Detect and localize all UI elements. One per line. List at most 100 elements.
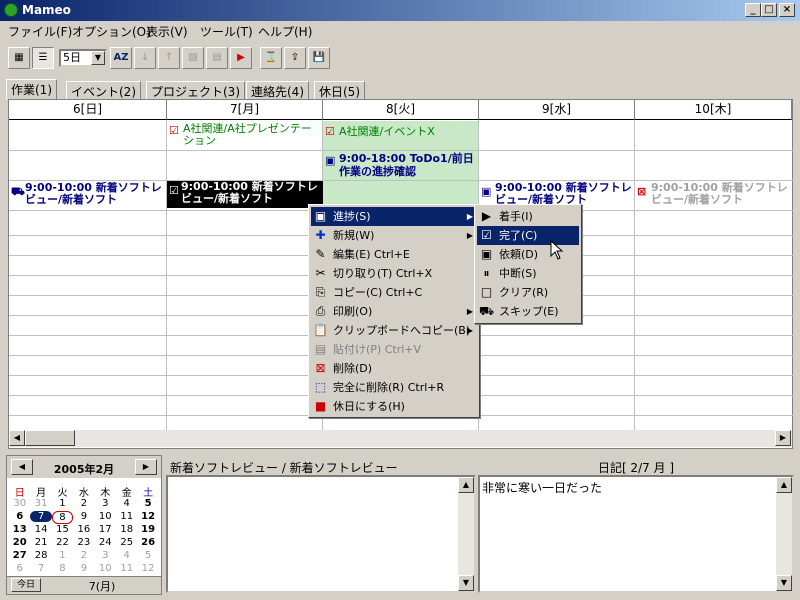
close-button[interactable]: × <box>779 3 795 17</box>
calendar-day[interactable]: 18 <box>116 524 137 535</box>
menu-copy[interactable]: ⎘ コピー(C) Ctrl+C <box>311 283 477 302</box>
next-month-button[interactable]: ▶ <box>135 459 157 475</box>
sort-asc-button[interactable]: ↓ <box>134 47 156 69</box>
tab-work[interactable]: 作業(1) <box>6 79 57 99</box>
calendar-day[interactable]: 9 <box>73 563 94 574</box>
menu-paste[interactable]: ▤ 貼付け(P) Ctrl+V <box>311 340 477 359</box>
prev-month-button[interactable]: ◀ <box>11 459 33 475</box>
calendar-day[interactable]: 22 <box>52 537 73 548</box>
calendar-day[interactable]: 25 <box>116 537 137 548</box>
next-button[interactable]: ▶ <box>230 47 252 69</box>
memo-textarea[interactable]: ▲ ▼ <box>166 475 476 593</box>
calendar-day[interactable]: 4 <box>116 498 137 509</box>
save-button[interactable]: 💾 <box>308 47 330 69</box>
scroll-thumb[interactable] <box>25 430 75 446</box>
event-item[interactable]: ☑ A社関連/イベントX <box>325 123 477 149</box>
calendar-day[interactable]: 24 <box>95 537 116 548</box>
scroll-left-button[interactable]: ◀ <box>9 430 25 446</box>
sort-button[interactable]: AZ <box>110 47 132 69</box>
calendar-day[interactable]: 5 <box>137 550 158 561</box>
menu-file[interactable]: ファイル(F) <box>8 23 72 40</box>
calendar-day[interactable]: 8 <box>52 563 73 574</box>
tab-holiday[interactable]: 休日(5) <box>314 81 365 99</box>
calendar-day[interactable]: 17 <box>95 524 116 535</box>
calendar-day[interactable]: 2 <box>73 498 94 509</box>
menu-view[interactable]: 表示(V) <box>146 23 188 40</box>
todo-item[interactable]: ▣ 9:00-18:00 ToDo1/前日作業の進捗確認 <box>325 152 477 180</box>
day-header-6[interactable]: 6[日] <box>9 100 167 120</box>
task-item-selected[interactable]: ☑ 9:00-10:00 新着ソフトレビュー/新着ソフト <box>167 181 323 208</box>
calendar-day[interactable]: 21 <box>30 537 51 548</box>
menu-delete-permanent[interactable]: ⬚ 完全に削除(R) Ctrl+R <box>311 378 477 397</box>
calendar-day[interactable]: 5 <box>137 498 158 509</box>
chevron-down-icon[interactable]: ▼ <box>91 51 105 65</box>
submenu-skip[interactable]: ⛟ スキップ(E) <box>477 302 579 321</box>
horizontal-scrollbar[interactable]: ◀ ▶ <box>9 430 792 447</box>
calendar-day[interactable]: 31 <box>30 498 51 509</box>
event-item[interactable]: ☑ A社関連/A社プレゼンテーション <box>169 123 321 149</box>
hourglass-icon[interactable]: ⌛ <box>260 47 282 69</box>
export-button[interactable]: ⇪ <box>284 47 306 69</box>
calendar-day[interactable]: 1 <box>52 550 73 561</box>
tab-event[interactable]: イベント(2) <box>66 81 141 99</box>
day-header-9[interactable]: 9[水] <box>479 100 635 120</box>
calendar-day[interactable]: 3 <box>95 498 116 509</box>
menu-help[interactable]: ヘルプ(H) <box>258 23 312 40</box>
submenu-start[interactable]: ▶ 着手(I) <box>477 207 579 226</box>
calendar-day[interactable]: 3 <box>95 550 116 561</box>
scroll-up-button[interactable]: ▲ <box>458 477 474 493</box>
menu-delete[interactable]: ⊠ 削除(D) <box>311 359 477 378</box>
calendar-day[interactable]: 12 <box>137 563 158 574</box>
grid-view-button[interactable]: ▦ <box>8 47 30 69</box>
calendar-day[interactable]: 7 <box>30 563 51 574</box>
day-header-7[interactable]: 7[月] <box>167 100 323 120</box>
calendar-day[interactable]: 13 <box>9 524 30 535</box>
calendar-day[interactable]: 6 <box>9 511 30 522</box>
menu-cut[interactable]: ✂ 切り取り(T) Ctrl+X <box>311 264 477 283</box>
task-item[interactable]: ⛟ 9:00-10:00 新着ソフトレビュー/新着ソフト <box>11 182 165 208</box>
diary-scrollbar[interactable]: ▲ ▼ <box>776 477 792 591</box>
calendar-day[interactable]: 27 <box>9 550 30 561</box>
calendar-day[interactable]: 15 <box>52 524 73 535</box>
menu-print[interactable]: ⎙ 印刷(O) ▶ <box>311 302 477 321</box>
minimize-button[interactable]: _ <box>745 3 761 17</box>
scroll-right-button[interactable]: ▶ <box>775 430 791 446</box>
task-item-deleted[interactable]: ⊠ 9:00-10:00 新着ソフトレビュー/新着ソフト <box>637 182 791 208</box>
calendar-day[interactable]: 1 <box>52 498 73 509</box>
tab-project[interactable]: プロジェクト(3) <box>146 81 245 99</box>
calendar-day[interactable]: 30 <box>9 498 30 509</box>
tool-button-5[interactable]: ▧ <box>182 47 204 69</box>
calendar-day[interactable]: 2 <box>73 550 94 561</box>
diary-textarea[interactable]: 非常に寒い一日だった ▲ ▼ <box>478 475 794 593</box>
sort-desc-button[interactable]: ↑ <box>158 47 180 69</box>
scroll-down-button[interactable]: ▼ <box>776 575 792 591</box>
menu-copy-clipboard[interactable]: 📋 クリップボードへコピー(B) ▶ <box>311 321 477 340</box>
calendar-day[interactable]: 10 <box>95 511 116 522</box>
calendar-day[interactable]: 12 <box>137 511 158 522</box>
calendar-day[interactable]: 11 <box>116 511 137 522</box>
menu-new[interactable]: ✚ 新規(W) ▶ <box>311 226 477 245</box>
submenu-suspend[interactable]: ⏸ 中断(S) <box>477 264 579 283</box>
calendar-day[interactable]: 20 <box>9 537 30 548</box>
scroll-up-button[interactable]: ▲ <box>776 477 792 493</box>
submenu-clear[interactable]: □ クリア(R) <box>477 283 579 302</box>
list-view-button[interactable]: ☰ <box>32 47 54 69</box>
maximize-button[interactable]: □ <box>761 3 777 17</box>
calendar-day[interactable]: 8 <box>51 511 74 524</box>
tab-contacts[interactable]: 連絡先(4) <box>246 81 309 99</box>
calendar-day[interactable]: 11 <box>116 563 137 574</box>
calendar-day[interactable]: 6 <box>9 563 30 574</box>
today-button[interactable]: 今日 <box>11 578 41 592</box>
calendar-day[interactable]: 9 <box>73 511 94 522</box>
calendar-day[interactable]: 19 <box>137 524 158 535</box>
calendar-day[interactable]: 16 <box>73 524 94 535</box>
menu-options[interactable]: オプション(O) <box>72 23 151 40</box>
tool-button-6[interactable]: ▤ <box>206 47 228 69</box>
menu-edit[interactable]: ✎ 編集(E) Ctrl+E <box>311 245 477 264</box>
days-combo[interactable]: 5日 ▼ <box>59 49 107 67</box>
day-header-10[interactable]: 10[木] <box>635 100 792 120</box>
menu-make-holiday[interactable]: ■ 休日にする(H) <box>311 397 477 416</box>
menu-tools[interactable]: ツール(T) <box>200 23 253 40</box>
calendar-day[interactable]: 7 <box>30 511 52 522</box>
scroll-down-button[interactable]: ▼ <box>458 575 474 591</box>
